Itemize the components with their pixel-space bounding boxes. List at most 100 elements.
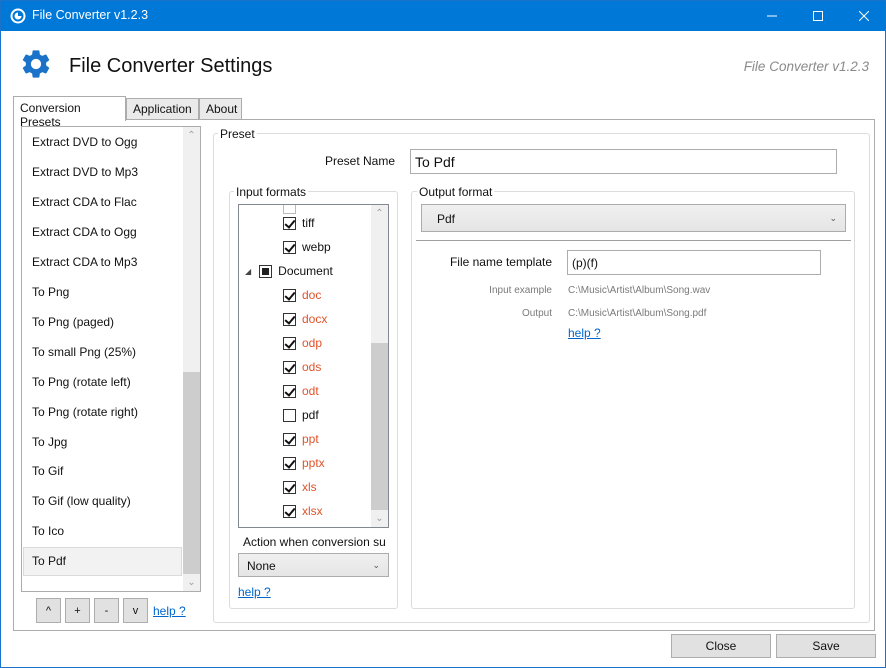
tab-about[interactable]: About	[199, 98, 242, 119]
presets-help-link[interactable]: help ?	[153, 604, 186, 618]
scroll-down-arrow-icon[interactable]: ⌄	[371, 510, 388, 527]
checkbox-checked[interactable]	[283, 456, 296, 470]
tree-item-xls[interactable]: xls	[283, 477, 317, 497]
input-formats-scrollbar[interactable]: ⌃ ⌄	[371, 205, 388, 527]
preset-item[interactable]: To small Png (25%)	[23, 338, 182, 367]
version-label: File Converter v1.2.3	[743, 59, 869, 74]
file-name-template-input[interactable]	[567, 250, 821, 275]
remove-preset-button[interactable]: -	[94, 598, 119, 623]
app-logo-icon	[10, 8, 26, 24]
tree-item-docx[interactable]: docx	[283, 309, 327, 329]
page-title: File Converter Settings	[69, 55, 273, 77]
gear-icon	[22, 50, 50, 78]
output-example-label: Output	[521, 308, 552, 319]
checkbox-partial[interactable]	[259, 264, 273, 278]
preset-name-input[interactable]	[410, 149, 837, 174]
scroll-up-arrow-icon[interactable]: ⌃	[371, 205, 388, 222]
preset-item[interactable]: Extract DVD to Mp3	[23, 158, 182, 187]
input-example-label: Input example	[489, 285, 552, 296]
save-button[interactable]: Save	[776, 634, 876, 658]
tree-item-document[interactable]: ◢ Document	[245, 261, 333, 281]
preset-list[interactable]: Extract DVD to Ogg Extract DVD to Mp3 Ex…	[21, 126, 201, 592]
preset-item[interactable]: To Ico	[23, 517, 182, 546]
preset-item[interactable]: Extract CDA to Mp3	[23, 248, 182, 277]
format-label: xls	[302, 480, 317, 494]
preset-item[interactable]: Extract CDA to Ogg	[23, 218, 182, 247]
checkbox-checked[interactable]	[283, 504, 296, 518]
format-label: tiff	[302, 216, 315, 230]
input-formats-label: Input formats	[234, 185, 309, 199]
expand-triangle-icon[interactable]: ◢	[245, 267, 251, 276]
preset-item[interactable]: Extract DVD to Ogg	[23, 128, 182, 157]
format-label: webp	[302, 240, 331, 254]
tree-item-doc[interactable]: doc	[283, 285, 321, 305]
tree-item-xlsx[interactable]: xlsx	[283, 501, 323, 521]
separator	[416, 240, 851, 241]
action-after-conversion-label: Action when conversion su	[243, 535, 386, 549]
tree-item-pdf[interactable]: pdf	[283, 405, 319, 425]
file-name-template-label: File name template	[449, 255, 552, 269]
action-after-conversion-select[interactable]: None ⌄	[238, 553, 389, 577]
format-label: ppt	[302, 432, 319, 446]
tree-item-ppt[interactable]: ppt	[283, 429, 319, 449]
input-formats-tree[interactable]: tiff webp ◢ Document doc docx odp ods od…	[238, 204, 389, 528]
tree-item-odp[interactable]: odp	[283, 333, 322, 353]
preset-item[interactable]: Extract CDA to Flac	[23, 188, 182, 217]
output-example-value: C:\Music\Artist\Album\Song.pdf	[568, 308, 707, 319]
checkbox-checked[interactable]	[283, 288, 296, 302]
minimize-button[interactable]	[749, 1, 795, 31]
maximize-button[interactable]	[795, 1, 841, 31]
preset-item[interactable]: To Gif	[23, 457, 182, 486]
tab-conversion-presets[interactable]: Conversion Presets	[13, 96, 126, 129]
add-preset-button[interactable]: +	[65, 598, 90, 623]
scroll-up-arrow-icon[interactable]: ⌃	[183, 127, 200, 144]
preset-item[interactable]: To Png	[23, 278, 182, 307]
preset-item[interactable]: To Png (rotate right)	[23, 398, 182, 427]
preset-list-scrollbar[interactable]: ⌃ ⌄	[183, 127, 200, 591]
settings-window: File Converter v1.2.3 File Converter Set…	[0, 0, 886, 668]
format-label: ods	[302, 360, 322, 374]
checkbox-checked[interactable]	[283, 216, 296, 230]
output-format-select[interactable]: Pdf ⌄	[421, 204, 846, 232]
tree-item-ods[interactable]: ods	[283, 357, 321, 377]
input-formats-help-link[interactable]: help ?	[238, 585, 271, 599]
maximize-icon	[813, 11, 823, 21]
format-label: pptx	[302, 456, 325, 470]
checkbox-checked[interactable]	[283, 240, 296, 254]
preset-item-selected[interactable]: To Pdf	[23, 547, 182, 576]
tree-item-pptx[interactable]: pptx	[283, 453, 325, 473]
preset-item[interactable]: To Gif (low quality)	[23, 487, 182, 516]
scrollbar-thumb[interactable]	[371, 343, 388, 510]
checkbox-checked[interactable]	[283, 480, 296, 494]
preset-group-label: Preset	[218, 127, 257, 141]
output-format-help-link[interactable]: help ?	[568, 326, 601, 340]
checkbox-unchecked[interactable]	[283, 408, 296, 422]
category-label: Document	[278, 264, 333, 278]
selected-value: Pdf	[437, 212, 456, 226]
close-icon	[859, 11, 869, 21]
scrollbar-thumb[interactable]	[183, 372, 200, 574]
checkbox-checked[interactable]	[283, 384, 296, 398]
format-label: doc	[302, 288, 322, 302]
move-up-button[interactable]: ^	[36, 598, 61, 623]
format-label: odt	[302, 384, 319, 398]
format-label: odp	[302, 336, 323, 350]
preset-item[interactable]: To Png (rotate left)	[23, 368, 182, 397]
minimize-icon	[767, 15, 777, 17]
checkbox-checked[interactable]	[283, 432, 296, 446]
close-window-button[interactable]	[841, 1, 886, 31]
preset-item[interactable]: To Png (paged)	[23, 308, 182, 337]
tree-item-odt[interactable]: odt	[283, 381, 319, 401]
tree-item-webp[interactable]: webp	[283, 237, 331, 257]
checkbox-checked[interactable]	[283, 312, 296, 326]
tree-item-tiff[interactable]: tiff	[283, 213, 314, 233]
tab-application[interactable]: Application	[126, 98, 199, 119]
checkbox-checked[interactable]	[283, 336, 296, 350]
preset-item[interactable]: To Jpg	[23, 428, 182, 457]
selected-value: None	[247, 559, 276, 573]
format-label: xlsx	[302, 504, 323, 518]
scroll-down-arrow-icon[interactable]: ⌄	[183, 574, 200, 591]
close-button[interactable]: Close	[671, 634, 771, 658]
move-down-button[interactable]: v	[123, 598, 148, 623]
checkbox-checked[interactable]	[283, 360, 296, 374]
